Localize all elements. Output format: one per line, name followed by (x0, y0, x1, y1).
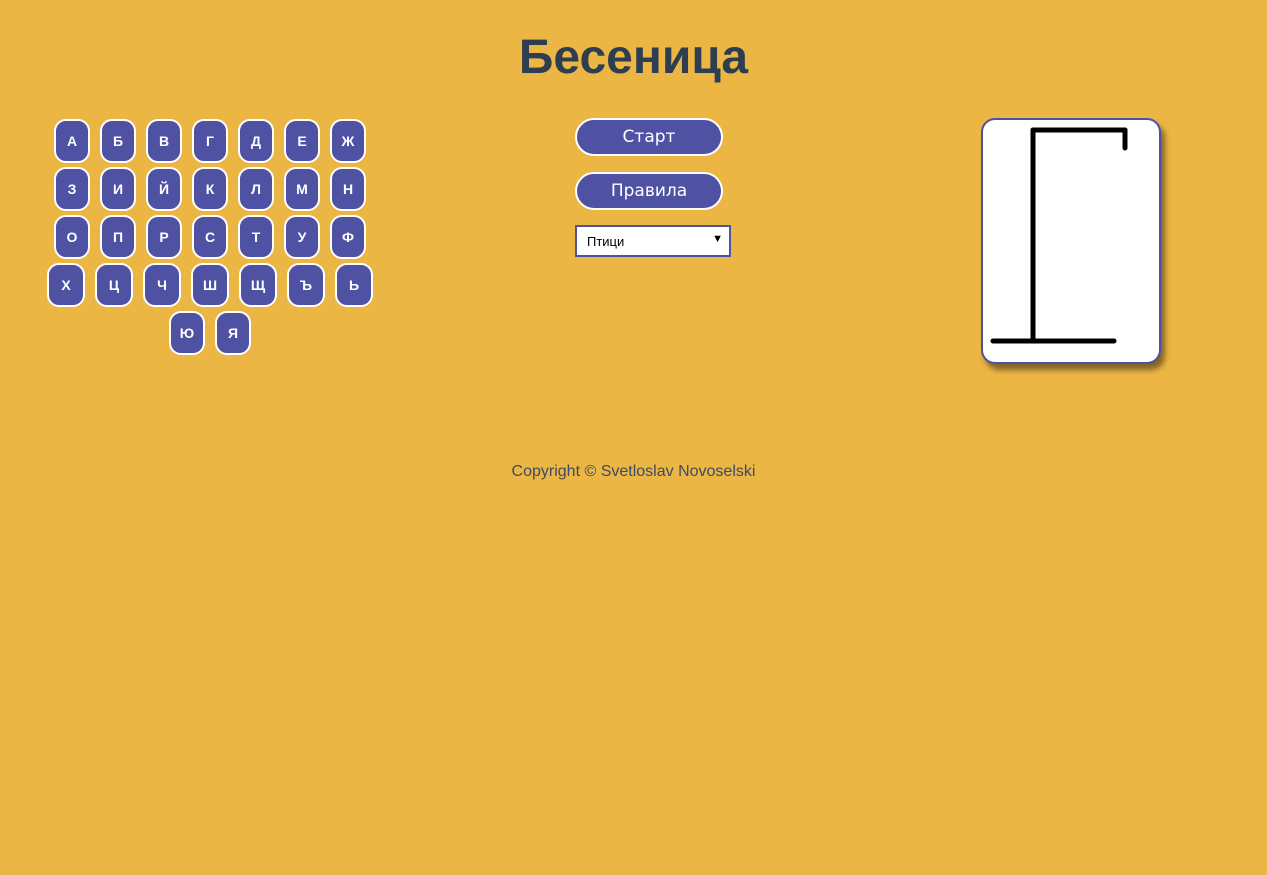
letter-key-ch[interactable]: Ч (143, 263, 181, 307)
letter-key-ts[interactable]: Ц (95, 263, 133, 307)
rules-button[interactable]: Правила (575, 172, 723, 210)
letter-keyboard: А Б В Г Д Е Ж З И Й К Л М Н О П Р С Т У … (38, 119, 382, 359)
letter-key-hard-sign[interactable]: Ъ (287, 263, 325, 307)
letter-key-h[interactable]: Х (47, 263, 85, 307)
letter-key-v[interactable]: В (146, 119, 182, 163)
letter-key-g[interactable]: Г (192, 119, 228, 163)
page-title: Бесеница (518, 31, 749, 84)
dropdown-arrow-icon: ▼ (712, 233, 723, 245)
keyboard-row: А Б В Г Д Е Ж (38, 119, 382, 163)
keyboard-row: Х Ц Ч Ш Щ Ъ Ь (38, 263, 382, 307)
keyboard-row: Ю Я (38, 311, 382, 355)
letter-key-soft-sign[interactable]: Ь (335, 263, 373, 307)
letter-key-p[interactable]: П (100, 215, 136, 259)
letter-key-sh[interactable]: Ш (191, 263, 229, 307)
letter-key-y[interactable]: Й (146, 167, 182, 211)
letter-key-i[interactable]: И (100, 167, 136, 211)
letter-key-sht[interactable]: Щ (239, 263, 277, 307)
letter-key-k[interactable]: К (192, 167, 228, 211)
letter-key-a[interactable]: А (54, 119, 90, 163)
gallows-icon (990, 127, 1128, 344)
letter-key-f[interactable]: Ф (330, 215, 366, 259)
letter-key-u[interactable]: У (284, 215, 320, 259)
gallows-drawing (990, 127, 1128, 344)
category-select[interactable]: Птици ▼ (575, 225, 731, 257)
letter-key-o[interactable]: О (54, 215, 90, 259)
copyright-footer: Copyright © Svetloslav Novoselski (511, 463, 756, 480)
keyboard-row: З И Й К Л М Н (38, 167, 382, 211)
start-button[interactable]: Старт (575, 118, 723, 156)
letter-key-yu[interactable]: Ю (169, 311, 205, 355)
letter-key-m[interactable]: М (284, 167, 320, 211)
letter-key-d[interactable]: Д (238, 119, 274, 163)
letter-key-ya[interactable]: Я (215, 311, 251, 355)
letter-key-r[interactable]: Р (146, 215, 182, 259)
letter-key-l[interactable]: Л (238, 167, 274, 211)
keyboard-row: О П Р С Т У Ф (38, 215, 382, 259)
letter-key-z[interactable]: З (54, 167, 90, 211)
game-controls: Старт Правила Птици ▼ (575, 118, 735, 257)
letter-key-t[interactable]: Т (238, 215, 274, 259)
letter-key-n[interactable]: Н (330, 167, 366, 211)
letter-key-e[interactable]: Е (284, 119, 320, 163)
category-select-value: Птици (587, 234, 625, 249)
hangman-drawing-card (981, 118, 1161, 364)
letter-key-b[interactable]: Б (100, 119, 136, 163)
letter-key-zh[interactable]: Ж (330, 119, 366, 163)
letter-key-s[interactable]: С (192, 215, 228, 259)
